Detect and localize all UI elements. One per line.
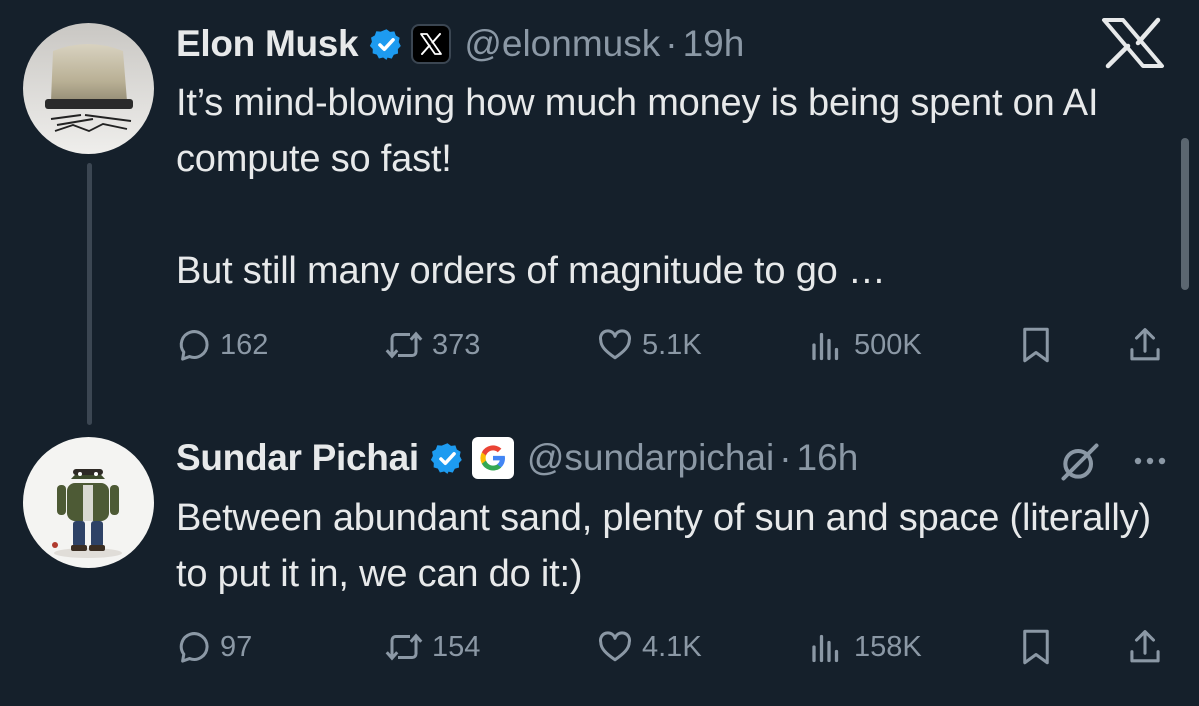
tweet-header: Elon Musk @elonmusk · 19h (176, 22, 744, 66)
verified-badge-icon[interactable] (430, 441, 465, 476)
reply-count: 162 (220, 328, 269, 361)
verified-badge-icon[interactable] (369, 27, 404, 62)
bookmark-icon (1018, 325, 1054, 365)
author-handle[interactable]: @sundarpichai (527, 437, 774, 479)
views-chart-icon (806, 327, 846, 363)
more-options-icon[interactable] (1130, 448, 1170, 474)
tweet-paragraph: But still many orders of magnitude to go… (176, 250, 886, 292)
author-name[interactable]: Elon Musk (176, 23, 359, 65)
like-button[interactable]: 4.1K (596, 624, 702, 670)
tweet-header: Sundar Pichai @sundarpichai · 16h (176, 436, 858, 480)
bookmark-button[interactable] (1018, 624, 1054, 670)
repost-button[interactable]: 373 (384, 322, 480, 368)
heart-icon (596, 327, 634, 363)
repost-button[interactable]: 154 (384, 624, 480, 670)
repost-icon (384, 327, 424, 363)
tweet-actions: 162 373 5.1K 500K (176, 322, 1170, 368)
views-button[interactable]: 500K (806, 322, 922, 368)
tweet-body: Between abundant sand, plenty of sun and… (176, 490, 1176, 602)
reply-count: 97 (220, 630, 253, 663)
reply-button[interactable]: 97 (176, 624, 252, 670)
views-button[interactable]: 158K (806, 624, 922, 670)
views-chart-icon (806, 629, 846, 665)
bookmark-icon (1018, 627, 1054, 667)
thread-connector-line (87, 163, 92, 425)
x-affiliate-icon[interactable] (411, 24, 452, 64)
share-button[interactable] (1126, 624, 1164, 670)
tweet-thread: Elon Musk @elonmusk · 19h It’s mind-blow… (0, 0, 1199, 706)
google-affiliate-icon[interactable] (471, 437, 514, 479)
reply-icon (176, 327, 212, 363)
repost-count: 373 (432, 328, 481, 361)
scrollbar[interactable] (1181, 138, 1189, 290)
repost-icon (384, 629, 424, 665)
share-icon (1126, 627, 1164, 667)
author-handle[interactable]: @elonmusk (464, 23, 660, 65)
separator-dot: · (779, 437, 792, 478)
like-count: 5.1K (642, 328, 702, 361)
like-button[interactable]: 5.1K (596, 322, 702, 368)
tweet-timestamp[interactable]: 19h (683, 23, 745, 65)
avatar-sundar-pichai[interactable] (23, 437, 154, 568)
like-count: 4.1K (642, 630, 702, 663)
x-logo-icon[interactable] (1098, 17, 1168, 69)
separator-dot: · (665, 23, 678, 64)
tweet-body: It’s mind-blowing how much money is bein… (176, 75, 1176, 299)
tweet-paragraph: It’s mind-blowing how much money is bein… (176, 82, 1099, 180)
author-name[interactable]: Sundar Pichai (176, 437, 419, 479)
reply-button[interactable]: 162 (176, 322, 268, 368)
heart-icon (596, 629, 634, 665)
share-button[interactable] (1126, 322, 1164, 368)
share-icon (1126, 325, 1164, 365)
view-count: 500K (854, 328, 922, 361)
tweet-actions: 97 154 4.1K 158K (176, 624, 1170, 670)
tweet-paragraph: Between abundant sand, plenty of sun and… (176, 497, 1151, 595)
grok-icon[interactable] (1058, 440, 1102, 484)
avatar-elon-musk[interactable] (23, 23, 154, 154)
repost-count: 154 (432, 630, 481, 663)
view-count: 158K (854, 630, 922, 663)
tweet-timestamp[interactable]: 16h (797, 437, 859, 479)
bookmark-button[interactable] (1018, 322, 1054, 368)
reply-icon (176, 629, 212, 665)
